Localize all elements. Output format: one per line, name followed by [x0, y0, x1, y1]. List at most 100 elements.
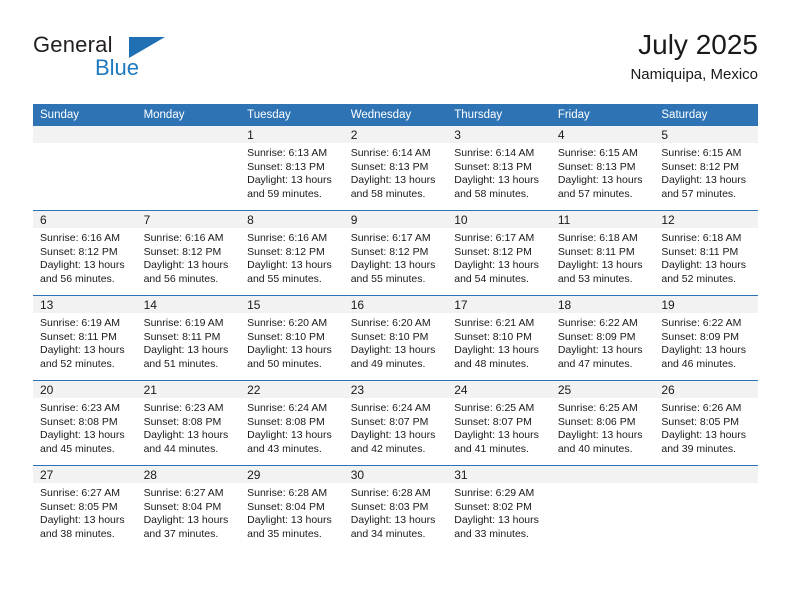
day-number: 3 [447, 126, 551, 143]
daylight-text: Daylight: 13 hours and 57 minutes. [557, 174, 643, 200]
sunrise-text: Sunrise: 6:20 AM [350, 317, 431, 329]
day-number: 4 [550, 126, 655, 143]
sunrise-text: Sunrise: 6:27 AM [143, 487, 224, 499]
calendar-day-cell[interactable]: 2 Sunrise: 6:14 AM Sunset: 8:13 PM Daylight… [343, 126, 448, 211]
calendar-day-cell[interactable]: 20 Sunrise: 6:23 AM Sunset: 8:08 PM Dayligh… [33, 380, 137, 466]
day-details: Sunrise: 6:28 AM Sunset: 8:04 PM Daylight:… [240, 483, 344, 541]
day-details: Sunrise: 6:22 AM Sunset: 8:09 PM Daylight:… [551, 313, 655, 371]
page-title: July 2025 [638, 29, 758, 60]
sunrise-text: Sunrise: 6:23 AM [143, 402, 224, 414]
calendar-day-cell[interactable]: 30 Sunrise: 6:28 AM Sunset: 8:03 PM Dayligh… [343, 465, 448, 550]
weekday-header-monday: Monday [136, 104, 241, 126]
calendar-day-cell[interactable]: 16 Sunrise: 6:20 AM Sunset: 8:10 PM Dayligh… [343, 295, 448, 381]
calendar-day-cell[interactable]: 3 Sunrise: 6:14 AM Sunset: 8:13 PM Daylight… [447, 126, 551, 211]
calendar-day-cell[interactable]: 12 Sunrise: 6:18 AM Sunset: 8:11 PM Dayligh… [654, 210, 758, 296]
sunrise-text: Sunrise: 6:18 AM [557, 232, 638, 244]
day-details: Sunrise: 6:20 AM Sunset: 8:10 PM Daylight:… [344, 313, 448, 371]
calendar-day-cell[interactable]: 7 Sunrise: 6:16 AM Sunset: 8:12 PM Daylight… [136, 210, 241, 296]
calendar-day-cell[interactable]: 1 Sunrise: 6:13 AM Sunset: 8:13 PM Daylight… [240, 126, 344, 211]
sunset-text: Sunset: 8:04 PM [247, 500, 325, 513]
daylight-text: Daylight: 13 hours and 52 minutes. [40, 344, 125, 370]
day-details: Sunrise: 6:16 AM Sunset: 8:12 PM Daylight:… [33, 228, 137, 286]
sunset-text: Sunset: 8:11 PM [661, 245, 739, 258]
calendar-day-cell[interactable]: 24 Sunrise: 6:25 AM Sunset: 8:07 PM Dayligh… [447, 380, 551, 466]
calendar-day-cell[interactable]: 8 Sunrise: 6:16 AM Sunset: 8:12 PM Daylight… [240, 210, 344, 296]
calendar-day-cell[interactable]: 27 Sunrise: 6:27 AM Sunset: 8:05 PM Dayligh… [33, 465, 137, 550]
sunrise-text: Sunrise: 6:22 AM [661, 317, 742, 329]
calendar-day-cell[interactable]: 29 Sunrise: 6:28 AM Sunset: 8:04 PM Dayligh… [240, 465, 344, 550]
daylight-text: Daylight: 13 hours and 49 minutes. [350, 344, 436, 370]
day-details: Sunrise: 6:22 AM Sunset: 8:09 PM Daylight:… [654, 313, 758, 371]
calendar-day-cell[interactable]: 25 Sunrise: 6:25 AM Sunset: 8:06 PM Dayligh… [550, 380, 655, 466]
sunset-text: Sunset: 8:13 PM [557, 160, 636, 173]
brand-logo[interactable]: General Blue [33, 32, 253, 90]
sunrise-text: Sunrise: 6:21 AM [454, 317, 535, 329]
daylight-text: Daylight: 13 hours and 38 minutes. [40, 514, 125, 540]
daylight-text: Daylight: 13 hours and 50 minutes. [247, 344, 332, 370]
sunrise-text: Sunrise: 6:24 AM [350, 402, 431, 414]
calendar-cell-empty [33, 126, 137, 211]
calendar-day-cell[interactable]: 17 Sunrise: 6:21 AM Sunset: 8:10 PM Dayligh… [447, 295, 551, 381]
calendar-day-cell[interactable]: 11 Sunrise: 6:18 AM Sunset: 8:11 PM Dayligh… [550, 210, 655, 296]
calendar-day-cell[interactable]: 28 Sunrise: 6:27 AM Sunset: 8:04 PM Dayligh… [136, 465, 241, 550]
sunset-text: Sunset: 8:09 PM [661, 330, 740, 343]
calendar-day-cell[interactable]: 23 Sunrise: 6:24 AM Sunset: 8:07 PM Dayligh… [343, 380, 448, 466]
calendar-day-cell[interactable]: 21 Sunrise: 6:23 AM Sunset: 8:08 PM Dayligh… [136, 380, 241, 466]
day-number [550, 466, 655, 483]
sunset-text: Sunset: 8:11 PM [557, 245, 635, 258]
calendar-day-cell[interactable]: 5 Sunrise: 6:15 AM Sunset: 8:12 PM Daylight… [654, 126, 758, 211]
calendar-day-cell[interactable]: 18 Sunrise: 6:22 AM Sunset: 8:09 PM Dayligh… [550, 295, 655, 381]
calendar-week-row: 13 Sunrise: 6:19 AM Sunset: 8:11 PM Dayligh… [33, 295, 758, 381]
daylight-text: Daylight: 13 hours and 47 minutes. [557, 344, 643, 370]
daylight-text: Daylight: 13 hours and 58 minutes. [350, 174, 436, 200]
sunset-text: Sunset: 8:10 PM [350, 330, 429, 343]
sunrise-text: Sunrise: 6:24 AM [247, 402, 328, 414]
calendar-day-cell[interactable]: 14 Sunrise: 6:19 AM Sunset: 8:11 PM Dayligh… [136, 295, 241, 381]
calendar-day-cell[interactable]: 13 Sunrise: 6:19 AM Sunset: 8:11 PM Dayligh… [33, 295, 137, 381]
day-number: 14 [136, 296, 241, 313]
sunrise-text: Sunrise: 6:28 AM [247, 487, 328, 499]
calendar-day-cell[interactable]: 9 Sunrise: 6:17 AM Sunset: 8:12 PM Daylight… [343, 210, 448, 296]
daylight-text: Daylight: 13 hours and 35 minutes. [247, 514, 332, 540]
calendar-day-cell[interactable]: 4 Sunrise: 6:15 AM Sunset: 8:13 PM Daylight… [550, 126, 655, 211]
day-details: Sunrise: 6:20 AM Sunset: 8:10 PM Daylight:… [240, 313, 344, 371]
sunset-text: Sunset: 8:13 PM [350, 160, 429, 173]
calendar-cell-empty [136, 126, 241, 211]
day-number [654, 466, 758, 483]
calendar-day-cell[interactable]: 19 Sunrise: 6:22 AM Sunset: 8:09 PM Dayligh… [654, 295, 758, 381]
day-number: 29 [240, 466, 344, 483]
day-number [33, 126, 137, 143]
sunset-text: Sunset: 8:08 PM [143, 415, 222, 428]
day-details: Sunrise: 6:23 AM Sunset: 8:08 PM Daylight:… [137, 398, 241, 456]
calendar-day-cell[interactable]: 6 Sunrise: 6:16 AM Sunset: 8:12 PM Daylight… [33, 210, 137, 296]
daylight-text: Daylight: 13 hours and 45 minutes. [40, 429, 125, 455]
sunrise-text: Sunrise: 6:27 AM [40, 487, 120, 499]
day-details: Sunrise: 6:14 AM Sunset: 8:13 PM Daylight:… [447, 143, 551, 201]
daylight-text: Daylight: 13 hours and 39 minutes. [661, 429, 747, 455]
sunset-text: Sunset: 8:07 PM [454, 415, 532, 428]
calendar-day-cell[interactable]: 26 Sunrise: 6:26 AM Sunset: 8:05 PM Dayligh… [654, 380, 758, 466]
calendar-day-cell[interactable]: 10 Sunrise: 6:17 AM Sunset: 8:12 PM Dayligh… [447, 210, 551, 296]
sunset-text: Sunset: 8:08 PM [40, 415, 118, 428]
calendar-day-cell[interactable]: 22 Sunrise: 6:24 AM Sunset: 8:08 PM Dayligh… [240, 380, 344, 466]
daylight-text: Daylight: 13 hours and 42 minutes. [350, 429, 436, 455]
daylight-text: Daylight: 13 hours and 55 minutes. [350, 259, 436, 285]
sunrise-text: Sunrise: 6:22 AM [557, 317, 638, 329]
sunset-text: Sunset: 8:10 PM [247, 330, 325, 343]
daylight-text: Daylight: 13 hours and 40 minutes. [557, 429, 643, 455]
weekday-header-friday: Friday [550, 104, 655, 126]
calendar-week-row: 27 Sunrise: 6:27 AM Sunset: 8:05 PM Dayligh… [33, 465, 758, 550]
day-number: 21 [136, 381, 241, 398]
calendar-week-row: 1 Sunrise: 6:13 AM Sunset: 8:13 PM Daylight… [33, 126, 758, 211]
day-number: 15 [240, 296, 344, 313]
day-number: 13 [33, 296, 137, 313]
day-details [33, 143, 137, 147]
calendar-day-cell[interactable]: 31 Sunrise: 6:29 AM Sunset: 8:02 PM Dayligh… [447, 465, 551, 550]
weekday-header-wednesday: Wednesday [343, 104, 448, 126]
sunrise-text: Sunrise: 6:15 AM [557, 147, 638, 159]
day-details [551, 483, 655, 487]
calendar-day-cell[interactable]: 15 Sunrise: 6:20 AM Sunset: 8:10 PM Dayligh… [240, 295, 344, 381]
sunset-text: Sunset: 8:13 PM [247, 160, 325, 173]
day-details: Sunrise: 6:14 AM Sunset: 8:13 PM Daylight:… [344, 143, 448, 201]
sunset-text: Sunset: 8:12 PM [454, 245, 532, 258]
